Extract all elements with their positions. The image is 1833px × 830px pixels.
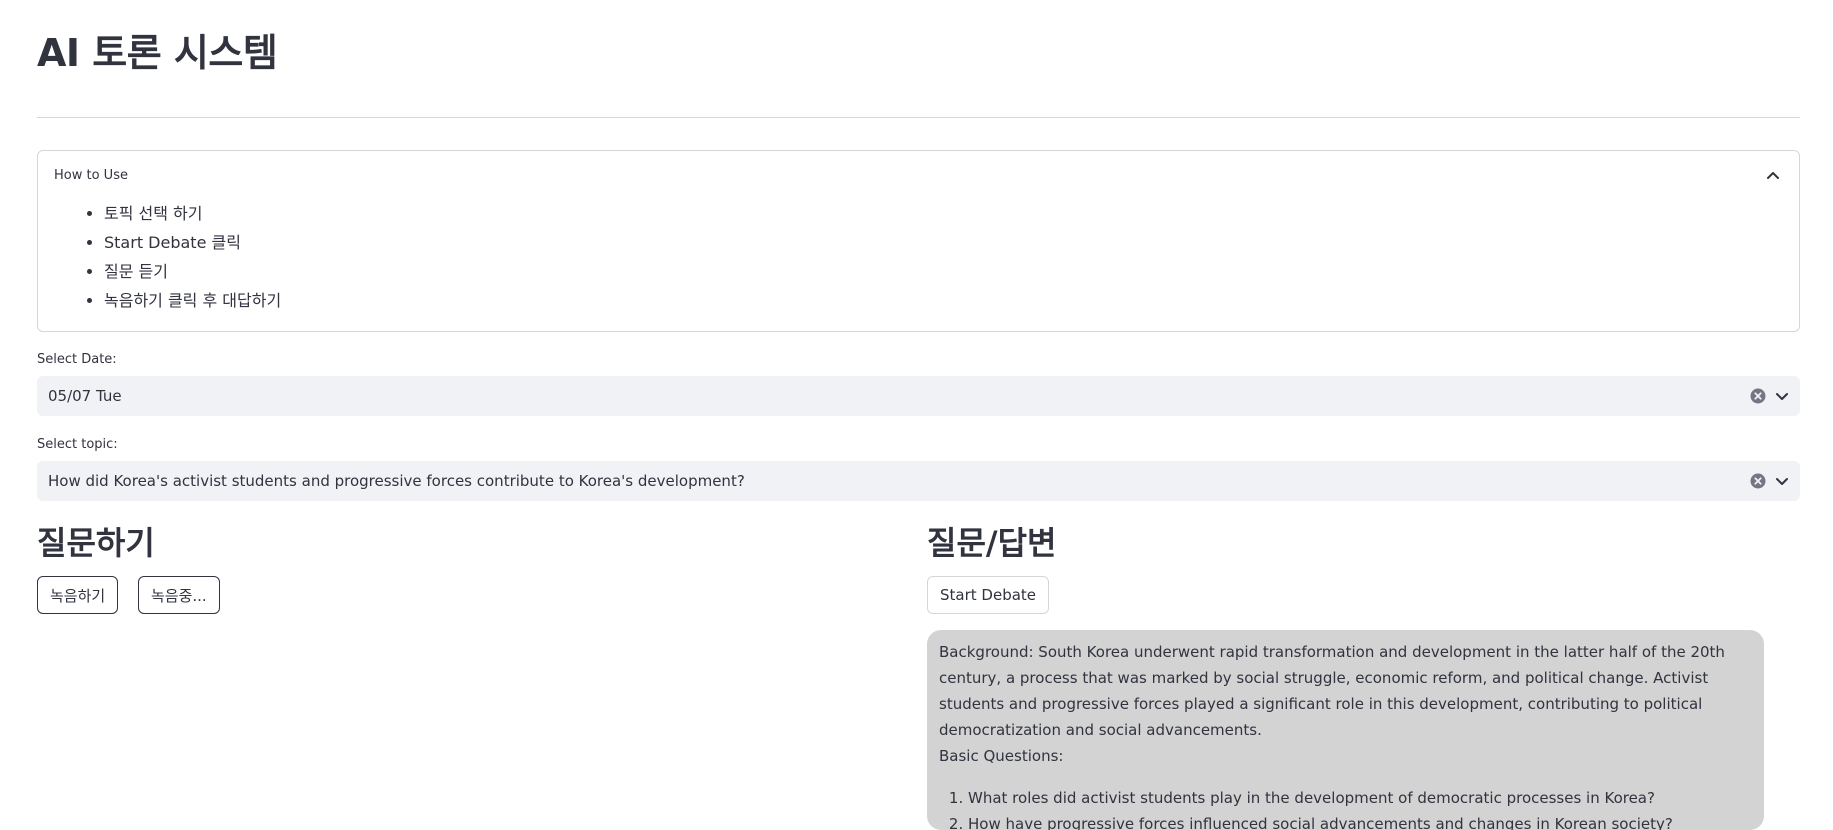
question-item: How have progressive forces influenced s… <box>968 811 1752 830</box>
chevron-up-icon[interactable] <box>1765 168 1781 184</box>
topic-select-label: Select topic: <box>37 437 118 452</box>
title-divider <box>37 117 1800 118</box>
date-select[interactable]: 05/07 Tue <box>37 376 1800 416</box>
topic-select-value: How did Korea's activist students and pr… <box>48 472 745 490</box>
background-text: Background: South Korea underwent rapid … <box>939 643 1725 739</box>
date-select-value: 05/07 Tue <box>48 387 122 405</box>
question-item: What roles did activist students play in… <box>968 785 1752 811</box>
start-debate-button[interactable]: Start Debate <box>927 576 1050 614</box>
clear-icon[interactable] <box>1750 388 1766 404</box>
debate-message: Background: South Korea underwent rapid … <box>927 630 1764 830</box>
how-to-use-steps: 토픽 선택 하기 Start Debate 클릭 질문 듣기 녹음하기 클릭 후… <box>58 199 281 315</box>
expander-label: How to Use <box>54 168 128 183</box>
qa-section-title: 질문/답변 <box>927 524 1057 562</box>
topic-select[interactable]: How did Korea's activist students and pr… <box>37 461 1800 501</box>
step-item: 녹음하기 클릭 후 대답하기 <box>104 286 281 315</box>
basic-questions-label: Basic Questions: <box>939 747 1064 765</box>
date-select-label: Select Date: <box>37 352 117 367</box>
page-title: AI 토론 시스템 <box>37 31 278 75</box>
chevron-down-icon[interactable] <box>1774 473 1790 489</box>
step-item: 토픽 선택 하기 <box>104 199 281 228</box>
step-item: Start Debate 클릭 <box>104 228 281 257</box>
clear-icon[interactable] <box>1750 473 1766 489</box>
question-list: What roles did activist students play in… <box>939 785 1752 830</box>
how-to-use-expander[interactable]: How to Use 토픽 선택 하기 Start Debate 클릭 질문 듣… <box>37 150 1800 332</box>
step-item: 질문 듣기 <box>104 257 281 286</box>
recording-button[interactable]: 녹음중... <box>138 576 220 614</box>
chevron-down-icon[interactable] <box>1774 388 1790 404</box>
ask-section-title: 질문하기 <box>37 524 155 562</box>
record-button[interactable]: 녹음하기 <box>37 576 119 614</box>
